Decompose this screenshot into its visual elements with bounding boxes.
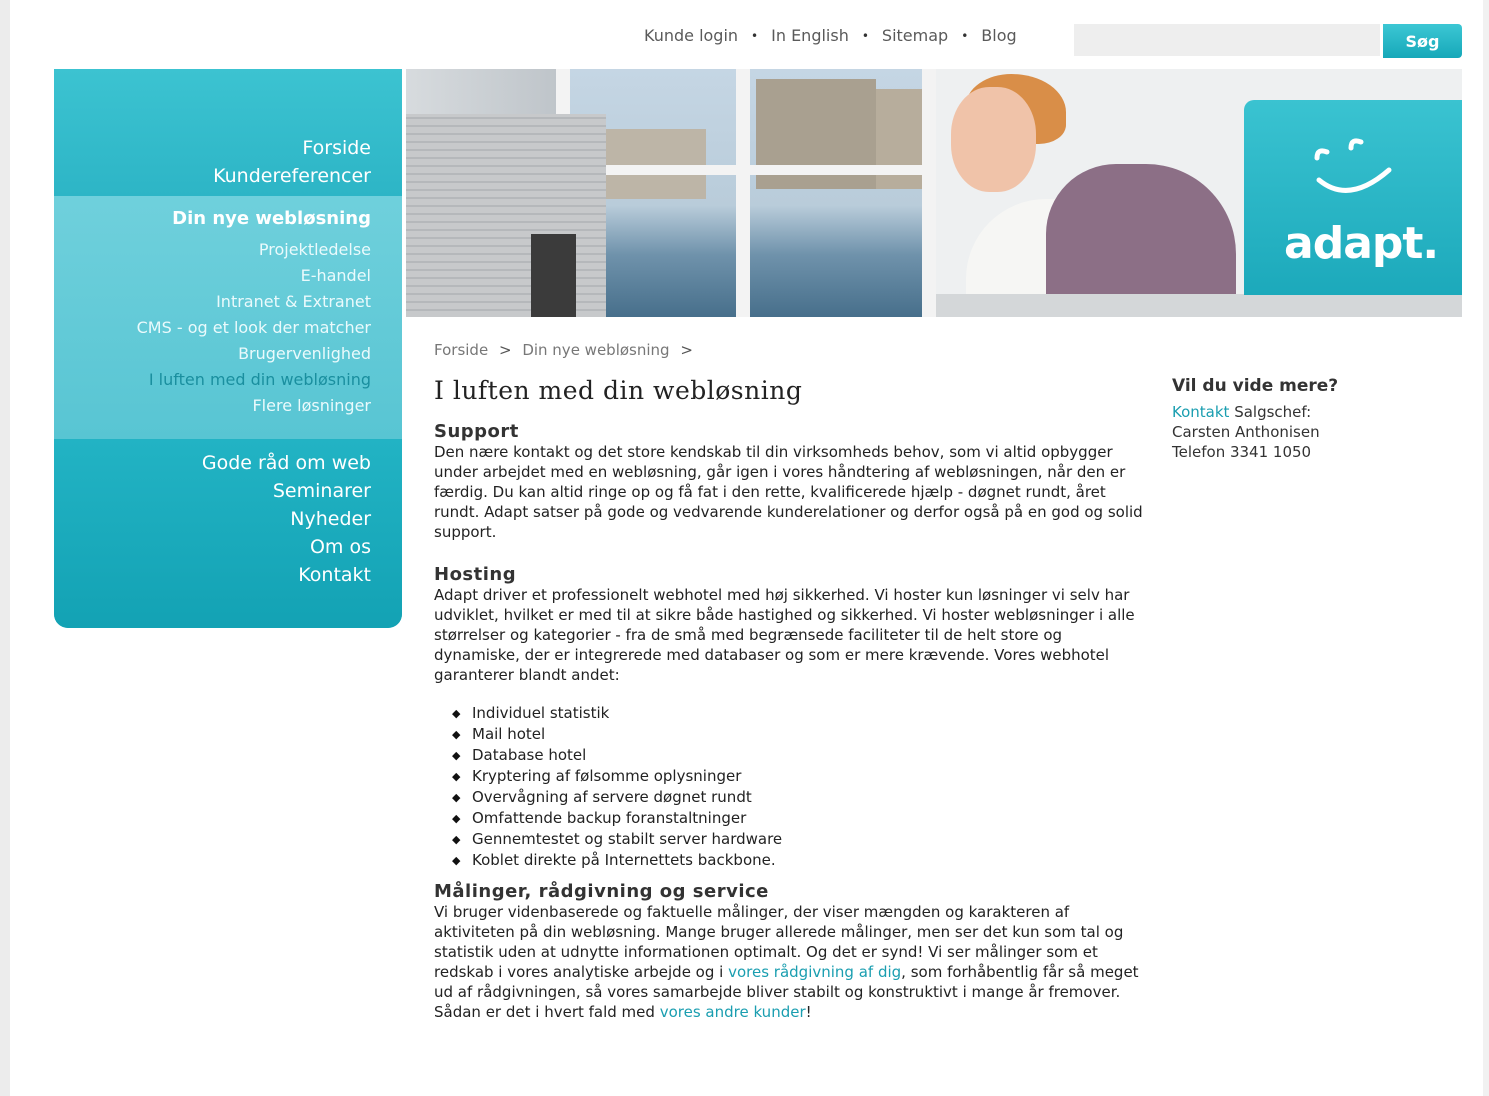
contact-link[interactable]: Kontakt	[1172, 403, 1229, 421]
sidebar-item-flere-losninger[interactable]: Flere løsninger	[54, 393, 371, 419]
sidebar-item-nyheder[interactable]: Nyheder	[54, 505, 371, 533]
list-item: Kryptering af følsomme oplysninger	[452, 766, 1144, 787]
contact-info: Kontakt Salgschef: Carsten Anthonisen Te…	[1172, 402, 1432, 462]
breadcrumb: Forside > Din nye webløsning >	[434, 341, 699, 359]
sidebar-item-i-luften-active[interactable]: I luften med din webløsning	[54, 367, 371, 393]
topnav-separator: •	[751, 28, 759, 43]
topnav-kunde-login[interactable]: Kunde login	[644, 26, 738, 45]
topnav-in-english[interactable]: In English	[771, 26, 849, 45]
sidebar: Forside Kundereferencer Din nye webløsni…	[54, 69, 402, 628]
list-item: Individuel statistik	[452, 703, 1144, 724]
maalinger-heading: Målinger, rådgivning og service	[434, 881, 769, 902]
page-title: I luften med din webløsning	[434, 376, 803, 405]
logo-wordmark: adapt.	[1284, 218, 1439, 269]
breadcrumb-din-nye-weblosning[interactable]: Din nye webløsning	[522, 341, 669, 359]
sidebar-item-intranet-extranet[interactable]: Intranet & Extranet	[54, 289, 371, 315]
list-item: Database hotel	[452, 745, 1144, 766]
search-button[interactable]: Søg	[1383, 24, 1462, 58]
sidebar-item-e-handel[interactable]: E-handel	[54, 263, 371, 289]
smiley-icon	[1314, 138, 1392, 193]
list-item: Gennemtestet og stabilt server hardware	[452, 829, 1144, 850]
andre-kunder-link[interactable]: vores andre kunder	[660, 1003, 806, 1021]
sidebar-item-brugervenlighed[interactable]: Brugervenlighed	[54, 341, 371, 367]
maalinger-text: Vi bruger videnbaserede og faktuelle mål…	[434, 903, 1139, 1021]
page-edge-right	[1483, 0, 1489, 1096]
topnav-separator: •	[961, 28, 969, 43]
banner-monitor	[531, 234, 576, 317]
sidebar-item-gode-raad[interactable]: Gode råd om web	[54, 449, 371, 477]
breadcrumb-forside[interactable]: Forside	[434, 341, 488, 359]
sidebar-item-forside[interactable]: Forside	[54, 134, 371, 162]
sidebar-item-din-nye-weblosning[interactable]: Din nye webløsning	[54, 196, 402, 229]
sidebar-bottom-section: Gode råd om web Seminarer Nyheder Om os …	[54, 439, 402, 628]
topnav-blog[interactable]: Blog	[981, 26, 1016, 45]
header-banner: adapt.	[406, 69, 1462, 317]
breadcrumb-separator: >	[498, 341, 512, 359]
list-item: Koblet direkte på Internettets backbone.	[452, 850, 1144, 871]
contact-box: Vil du vide mere? Kontakt Salgschef: Car…	[1172, 376, 1432, 462]
contact-name: Carsten Anthonisen	[1172, 423, 1320, 441]
topnav-sitemap[interactable]: Sitemap	[882, 26, 948, 45]
contact-role: Salgschef:	[1229, 403, 1312, 421]
sidebar-top-section: Forside Kundereferencer	[54, 69, 402, 196]
sidebar-item-kontakt[interactable]: Kontakt	[54, 561, 371, 589]
hosting-text: Adapt driver et professionelt webhotel m…	[434, 586, 1135, 684]
support-heading: Support	[434, 421, 519, 442]
sidebar-item-kundereferencer[interactable]: Kundereferencer	[54, 162, 371, 190]
list-item: Mail hotel	[452, 724, 1144, 745]
banner-office-partition	[406, 114, 606, 317]
sidebar-item-seminarer[interactable]: Seminarer	[54, 477, 371, 505]
list-item: Omfattende backup foranstaltninger	[452, 808, 1144, 829]
hosting-heading: Hosting	[434, 564, 517, 585]
page-edge-left	[0, 0, 10, 1096]
sidebar-item-om-os[interactable]: Om os	[54, 533, 371, 561]
raadgivning-link[interactable]: vores rådgivning af dig	[728, 963, 901, 981]
sidebar-item-cms[interactable]: CMS - og et look der matcher	[54, 315, 371, 341]
main-content: I luften med din webløsning Support Den …	[434, 376, 1144, 1044]
sidebar-item-projektledelse[interactable]: Projektledelse	[54, 237, 371, 263]
breadcrumb-separator: >	[680, 341, 693, 359]
sidebar-sub-section: Din nye webløsning Projektledelse E-hand…	[54, 196, 402, 439]
list-item: Overvågning af servere døgnet rundt	[452, 787, 1144, 808]
search-input[interactable]	[1074, 24, 1380, 56]
topnav-separator: •	[861, 28, 869, 43]
contact-box-title: Vil du vide mere?	[1172, 376, 1339, 396]
adapt-logo[interactable]: adapt.	[1244, 100, 1462, 295]
contact-phone: Telefon 3341 1050	[1172, 443, 1312, 461]
top-navigation: Kunde login • In English • Sitemap • Blo…	[644, 26, 1017, 45]
hosting-feature-list: Individuel statistik Mail hotel Database…	[434, 703, 1144, 871]
support-text: Den nære kontakt og det store kendskab t…	[434, 443, 1143, 541]
